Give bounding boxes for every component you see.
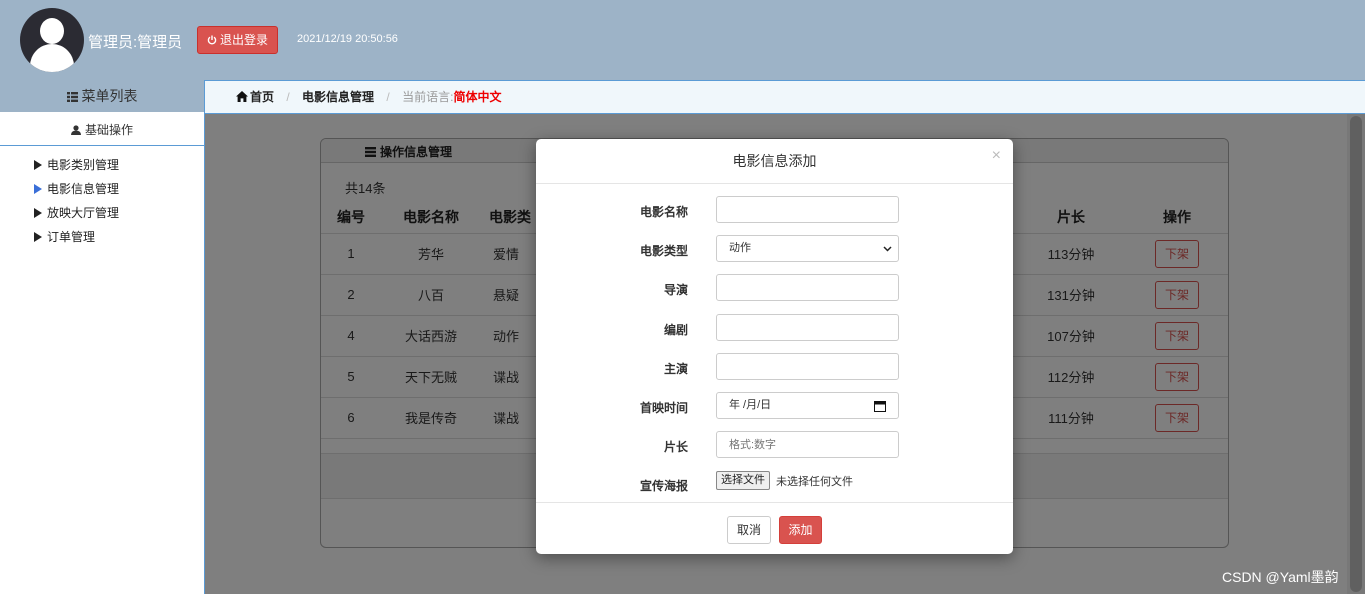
premiere-date-label: 首映时间 bbox=[639, 401, 688, 415]
sidebar-item-label: 订单管理 bbox=[47, 230, 96, 244]
datetime: 2021/12/19 20:50:56 bbox=[297, 33, 398, 45]
form-row-date: 首映时间 年 /月/日 bbox=[536, 392, 1013, 420]
sidebar-item-orders[interactable]: 订单管理 bbox=[0, 225, 204, 249]
chevron-down-icon bbox=[883, 246, 892, 252]
breadcrumb-separator: / bbox=[286, 90, 290, 104]
file-status: 未选择任何文件 bbox=[776, 476, 853, 488]
triangle-right-icon bbox=[34, 208, 42, 218]
sidebar-item-movie-info[interactable]: 电影信息管理 bbox=[0, 177, 204, 201]
cancel-button[interactable]: 取消 bbox=[727, 516, 771, 544]
form-row-actor: 主演 bbox=[536, 353, 1013, 381]
form-row-poster: 宣传海报 选择文件 未选择任何文件 bbox=[536, 471, 1013, 499]
director-input[interactable] bbox=[716, 274, 899, 301]
basic-ops-header[interactable]: 基础操作 bbox=[0, 112, 204, 146]
basic-ops-label: 基础操作 bbox=[84, 123, 133, 137]
language-value[interactable]: 简体中文 bbox=[453, 90, 501, 104]
breadcrumb-separator: / bbox=[386, 90, 390, 104]
movie-type-selected: 动作 bbox=[729, 242, 751, 254]
sidebar-item-movie-category[interactable]: 电影类别管理 bbox=[0, 153, 204, 177]
watermark: CSDN @Yaml墨韵 bbox=[1222, 569, 1339, 585]
logout-button[interactable]: 退出登录 bbox=[197, 26, 278, 54]
movie-type-label: 电影类型 bbox=[639, 244, 688, 258]
avatar-body-shape bbox=[30, 44, 74, 72]
menu-title: 菜单列表 bbox=[0, 80, 204, 112]
user-icon bbox=[70, 125, 81, 135]
avatar-head-shape bbox=[40, 18, 64, 44]
modal-title: 电影信息添加 bbox=[732, 153, 817, 169]
menu-list: 电影类别管理 电影信息管理 放映大厅管理 订单管理 bbox=[0, 146, 204, 249]
form-row-name: 电影名称 bbox=[536, 196, 1013, 224]
length-label: 片长 bbox=[663, 440, 688, 454]
premiere-date-input[interactable]: 年 /月/日 bbox=[716, 392, 899, 419]
modal-footer: 取消 添加 bbox=[536, 502, 1013, 554]
choose-file-button[interactable]: 选择文件 bbox=[716, 471, 770, 490]
sidebar-item-label: 电影类别管理 bbox=[47, 158, 120, 172]
sidebar: 菜单列表 基础操作 电影类别管理 电影信息管理 放映大厅管理 订单管理 bbox=[0, 80, 205, 594]
actor-input[interactable] bbox=[716, 353, 899, 380]
form-row-writer: 编剧 bbox=[536, 314, 1013, 342]
top-header: 管理员:管理员 退出登录 2021/12/19 20:50:56 bbox=[0, 0, 1365, 80]
movie-name-label: 电影名称 bbox=[639, 205, 688, 219]
add-button[interactable]: 添加 bbox=[779, 516, 822, 544]
breadcrumb: 首页 / 电影信息管理 / 当前语言:简体中文 bbox=[205, 81, 1365, 114]
movie-name-input[interactable] bbox=[716, 196, 899, 223]
list-icon bbox=[66, 92, 78, 102]
date-placeholder: 年 /月/日 bbox=[729, 399, 772, 411]
actor-label: 主演 bbox=[663, 362, 688, 376]
length-input[interactable] bbox=[716, 431, 899, 458]
menu-title-label: 菜单列表 bbox=[81, 88, 138, 104]
modal-header: 电影信息添加 × bbox=[536, 139, 1013, 184]
writer-input[interactable] bbox=[716, 314, 899, 341]
sidebar-item-label: 放映大厅管理 bbox=[47, 206, 120, 220]
movie-type-select[interactable]: 动作 bbox=[716, 235, 899, 262]
writer-label: 编剧 bbox=[663, 323, 688, 337]
triangle-right-icon bbox=[34, 232, 42, 242]
calendar-icon[interactable] bbox=[874, 400, 886, 412]
breadcrumb-home[interactable]: 首页 bbox=[250, 90, 274, 104]
breadcrumb-current[interactable]: 电影信息管理 bbox=[302, 90, 374, 104]
avatar bbox=[20, 8, 84, 72]
home-icon bbox=[236, 91, 248, 102]
director-label: 导演 bbox=[663, 283, 688, 297]
form-row-length: 片长 bbox=[536, 431, 1013, 459]
logout-label: 退出登录 bbox=[220, 33, 269, 47]
triangle-right-icon bbox=[34, 160, 42, 170]
poster-label: 宣传海报 bbox=[639, 479, 688, 493]
close-icon[interactable]: × bbox=[992, 139, 1001, 173]
form-row-director: 导演 bbox=[536, 274, 1013, 302]
sidebar-item-label: 电影信息管理 bbox=[47, 182, 120, 196]
power-icon bbox=[207, 35, 217, 45]
add-movie-modal: 电影信息添加 × 电影名称 电影类型 动作 导演 编剧 主演 首映时间 年 /月… bbox=[536, 139, 1013, 554]
admin-label: 管理员:管理员 bbox=[88, 34, 183, 51]
language-label: 当前语言: bbox=[402, 90, 454, 104]
form-row-type: 电影类型 动作 bbox=[536, 235, 1013, 263]
triangle-right-icon bbox=[34, 184, 42, 194]
sidebar-item-screening-hall[interactable]: 放映大厅管理 bbox=[0, 201, 204, 225]
